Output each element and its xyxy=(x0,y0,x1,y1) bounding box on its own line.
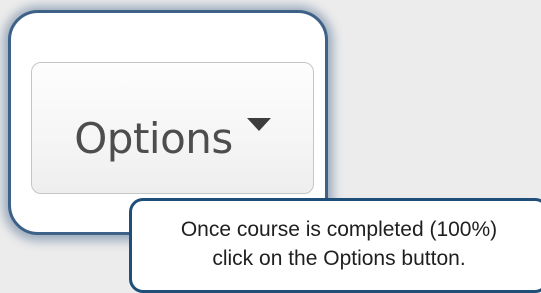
instruction-line-1: Once course is completed (100%) xyxy=(180,218,498,241)
options-button-label: Options xyxy=(74,113,233,163)
options-button[interactable]: Options xyxy=(31,62,314,194)
caret-down-icon xyxy=(246,117,271,136)
instruction-tooltip: Once course is completed (100%) click on… xyxy=(129,198,541,293)
instruction-line-2: click on the Options button. xyxy=(212,247,466,270)
